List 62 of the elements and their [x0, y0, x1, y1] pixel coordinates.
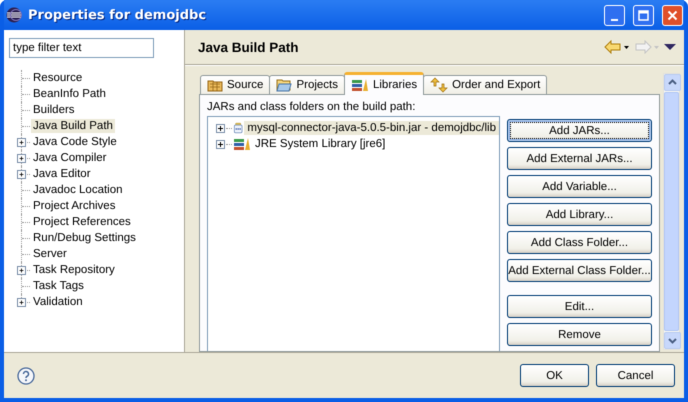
page-title: Java Build Path [198, 40, 300, 54]
folder-icon [207, 78, 223, 92]
expand-icon[interactable] [17, 154, 26, 163]
action-button[interactable]: Edit... [507, 295, 652, 318]
books-icon [350, 78, 369, 92]
list-label: JARs and class folders on the build path: [207, 101, 416, 113]
scroll-down-icon[interactable] [664, 332, 681, 349]
help-icon[interactable] [17, 366, 35, 384]
maximize-button[interactable] [633, 4, 654, 26]
scrollbar[interactable] [663, 73, 680, 350]
tab[interactable]: Libraries [344, 72, 424, 95]
sidebar-item[interactable]: Run/Debug Settings [31, 231, 138, 245]
scroll-thumb[interactable] [664, 92, 679, 331]
expand-icon[interactable] [17, 138, 26, 147]
action-button[interactable]: Add External JARs... [507, 147, 652, 170]
scroll-up-icon[interactable] [664, 74, 681, 91]
action-button[interactable]: Add JARs... [507, 119, 652, 142]
jar-icon [233, 120, 244, 136]
expand-icon[interactable] [17, 298, 26, 307]
expand-icon[interactable] [17, 170, 26, 179]
tab[interactable]: Source [200, 75, 270, 94]
sidebar-item[interactable]: Project References [31, 215, 133, 229]
books-icon [233, 137, 251, 151]
sidebar-item[interactable]: Project Archives [31, 199, 118, 213]
back-arrow-icon[interactable] [604, 40, 630, 54]
sidebar-item[interactable]: Task Repository [31, 263, 117, 277]
expand-icon[interactable] [216, 140, 225, 148]
tab[interactable]: Projects [269, 75, 345, 94]
tab[interactable]: Order and Export [423, 75, 548, 94]
action-button[interactable]: Remove [507, 323, 652, 346]
minimize-icon [611, 18, 618, 20]
sidebar-item[interactable]: Validation [31, 295, 85, 309]
sidebar-item[interactable]: Java Editor [31, 167, 93, 181]
sidebar-item[interactable]: Java Compiler [31, 151, 108, 165]
sidebar-item[interactable]: BeanInfo Path [31, 87, 108, 101]
filter-field[interactable]: type filter text [9, 38, 154, 58]
sidebar-item[interactable]: Java Build Path [31, 119, 115, 133]
sidebar-item[interactable]: Resource [31, 71, 84, 85]
sidebar-item[interactable]: Task Tags [31, 279, 86, 293]
ok-button[interactable]: OK [520, 364, 589, 387]
sidebar-item[interactable]: Builders [31, 103, 77, 117]
build-path-entry[interactable]: JRE System Library [jre6] [252, 137, 388, 151]
expand-icon[interactable] [17, 266, 26, 275]
action-button[interactable]: Add Library... [507, 203, 652, 226]
close-button[interactable] [662, 4, 683, 26]
up-down-arrows-icon [430, 77, 448, 93]
folder-icon [276, 78, 292, 92]
sidebar-item[interactable]: Server [31, 247, 69, 261]
maximize-icon [638, 10, 649, 20]
action-button[interactable]: Add External Class Folder... [507, 259, 652, 282]
view-menu-icon[interactable] [664, 43, 676, 51]
minimize-button[interactable] [604, 4, 625, 26]
action-button[interactable]: Add Class Folder... [507, 231, 652, 254]
expand-icon[interactable] [216, 124, 225, 132]
action-button[interactable]: Add Variable... [507, 175, 652, 198]
close-icon [667, 10, 678, 20]
cancel-button[interactable]: Cancel [596, 364, 675, 387]
sidebar-item[interactable]: Javadoc Location [31, 183, 125, 197]
build-path-entry[interactable]: mysql-connector-java-5.0.5-bin.jar - demojdbc/lib [244, 121, 499, 135]
eclipse-logo-icon [6, 7, 22, 23]
sidebar-item[interactable]: Java Code Style [31, 135, 119, 149]
window-title: Properties for demojdbc [28, 8, 208, 22]
